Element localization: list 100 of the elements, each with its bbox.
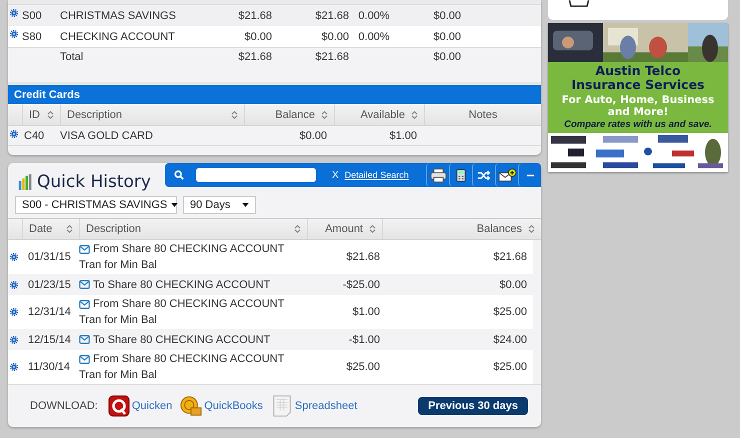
search-field[interactable] xyxy=(196,168,316,182)
column-header[interactable]: Description xyxy=(79,219,307,239)
card-description: VISA GOLD CARD xyxy=(60,130,154,142)
account-description: CHECKING ACCOUNT xyxy=(60,30,176,42)
search-icon[interactable] xyxy=(174,170,184,180)
gear-icon[interactable] xyxy=(10,30,18,38)
account-dropdown[interactable]: S00 - CHRISTMAS SAVINGS xyxy=(15,196,177,214)
section-header: Credit Cards xyxy=(8,85,541,104)
transaction-date: 01/23/15 xyxy=(27,278,72,290)
transaction-date: 12/15/14 xyxy=(27,334,72,346)
transaction-date: 12/31/14 xyxy=(27,306,72,318)
column-header[interactable]: Balances xyxy=(382,219,541,239)
quicken-icon[interactable] xyxy=(108,395,130,417)
gear-icon[interactable] xyxy=(10,336,18,344)
table-cell-text: $21.68 xyxy=(314,51,349,63)
transaction-balance: $25.00 xyxy=(492,306,528,318)
sort-icon xyxy=(528,224,535,234)
table-cell-text: $0.00 xyxy=(298,130,328,142)
printer-icon xyxy=(430,168,446,182)
caret-icon xyxy=(242,203,249,207)
ad-headline: Insurance Services xyxy=(571,78,705,92)
transaction-balance: $21.68 xyxy=(492,251,528,263)
sort-icon xyxy=(294,224,301,234)
transaction-amount: $1.00 xyxy=(351,306,381,318)
download-label: DOWNLOAD: xyxy=(30,400,98,412)
column-header[interactable]: Description xyxy=(60,104,244,125)
panel-title: Quick History xyxy=(37,172,151,192)
table-cell-text: $0.00 xyxy=(320,30,349,42)
clear-search-button[interactable]: X xyxy=(332,170,339,180)
sort-icon xyxy=(47,110,54,120)
download-link[interactable]: QuickBooks xyxy=(204,400,263,412)
sort-icon xyxy=(231,110,238,120)
coins-icon[interactable] xyxy=(180,395,202,417)
table-cell-text: $1.00 xyxy=(388,130,418,142)
sort-icon xyxy=(66,224,73,234)
envelope-icon[interactable] xyxy=(79,300,90,308)
download-link[interactable]: Spreadsheet xyxy=(294,400,358,412)
column-header[interactable]: Balance xyxy=(244,104,334,125)
card-id: C40 xyxy=(23,130,46,142)
shuffle-icon xyxy=(477,170,491,180)
table-cell-text: $0.00 xyxy=(432,51,461,63)
envelope-icon[interactable] xyxy=(79,335,90,344)
detailed-search-link[interactable]: Detailed Search xyxy=(344,170,409,180)
sort-icon xyxy=(321,110,328,120)
account-description: CHRISTMAS SAVINGS xyxy=(60,10,177,22)
gear-icon[interactable] xyxy=(10,308,18,316)
transaction-balance: $25.00 xyxy=(492,361,528,373)
transaction-amount: -$1.00 xyxy=(348,334,381,346)
column-header[interactable]: Available xyxy=(334,104,424,125)
transaction-amount: $21.68 xyxy=(345,251,381,263)
envelope-icon[interactable] xyxy=(79,244,90,254)
total-label: Total xyxy=(60,51,84,63)
account-id: S80 xyxy=(22,30,43,42)
table-cell-text: 0.00% xyxy=(357,10,391,22)
gear-icon[interactable] xyxy=(10,253,18,261)
gear-icon[interactable] xyxy=(10,130,18,138)
envelope-plus-icon xyxy=(498,168,516,182)
sort-icon xyxy=(369,224,376,234)
envelope-icon[interactable] xyxy=(79,354,90,364)
gear-icon[interactable] xyxy=(10,9,18,17)
transaction-description: To Share 80 CHECKING ACCOUNT xyxy=(93,278,270,292)
transaction-memo: Tran for Min Bal xyxy=(79,313,158,328)
column-header[interactable]: Notes xyxy=(424,104,541,125)
column-header[interactable]: Amount xyxy=(307,219,382,239)
table-cell-text: $21.68 xyxy=(237,10,272,22)
transaction-memo: Tran for Min Bal xyxy=(79,368,158,383)
transaction-date: 01/31/15 xyxy=(27,251,72,263)
transaction-balance: $0.00 xyxy=(498,278,528,290)
transaction-date: 11/30/14 xyxy=(27,361,72,373)
ad-tagline: For Auto, Home, Business and More! xyxy=(560,93,716,119)
transaction-amount: -$25.00 xyxy=(342,278,381,290)
column-header[interactable]: Date xyxy=(22,219,79,239)
caret-icon xyxy=(171,203,178,207)
bar-chart-icon xyxy=(18,174,33,190)
account-id: S00 xyxy=(22,10,43,22)
sort-icon xyxy=(411,110,418,120)
email-add-button[interactable] xyxy=(495,163,518,187)
table-cell-text: $0.00 xyxy=(243,30,272,42)
period-dropdown[interactable]: 90 Days xyxy=(183,196,256,214)
ad-headline: Austin Telco xyxy=(595,64,681,78)
calculator-icon xyxy=(456,168,466,182)
table-cell-text: $0.00 xyxy=(432,30,461,42)
insurance-ad[interactable]: Austin Telco Insurance Services For Auto, Home, Business and More! Compare rates with us and save. xyxy=(548,23,728,172)
table-cell-text: $0.00 xyxy=(432,10,461,22)
table-cell-text: $21.68 xyxy=(314,10,349,22)
column-header[interactable]: ID xyxy=(22,104,60,125)
ad-slogan: Compare rates with us and save. xyxy=(564,119,712,130)
transaction-description: To Share 80 CHECKING ACCOUNT xyxy=(93,332,270,348)
transaction-memo: Tran for Min Bal xyxy=(79,258,158,273)
transaction-description: From Share 80 CHECKING ACCOUNT xyxy=(93,297,284,312)
download-link[interactable]: Quicken xyxy=(132,400,172,412)
print-button[interactable] xyxy=(426,163,449,187)
transaction-description: From Share 80 CHECKING ACCOUNT xyxy=(93,352,284,367)
previous-30-days-button[interactable]: Previous 30 days xyxy=(418,397,528,415)
envelope-icon[interactable] xyxy=(79,280,90,289)
table-cell-text: 0.00% xyxy=(357,30,391,42)
transaction-balance: $24.00 xyxy=(492,334,528,346)
gear-icon[interactable] xyxy=(10,363,18,371)
transaction-description: From Share 80 CHECKING ACCOUNT xyxy=(93,242,284,257)
gear-icon[interactable] xyxy=(10,280,18,288)
